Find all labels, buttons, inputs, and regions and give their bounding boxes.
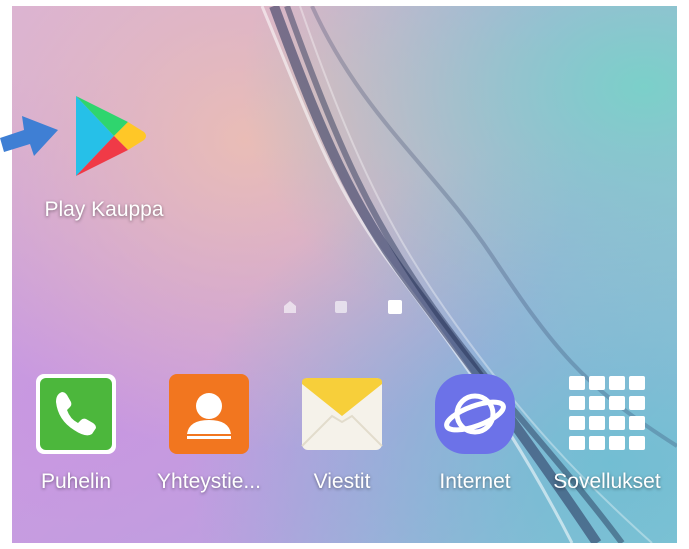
dock-label-phone: Puhelin xyxy=(40,470,112,493)
dock-app-internet[interactable]: Internet xyxy=(415,372,535,494)
dock-label-messages: Viestit xyxy=(313,470,371,493)
dock-app-contacts[interactable]: Yhteystie... xyxy=(149,372,269,494)
phone-icon xyxy=(36,374,116,454)
contacts-icon xyxy=(169,374,249,454)
google-play-icon xyxy=(76,96,146,176)
dock-app-phone[interactable]: Puhelin xyxy=(16,372,136,494)
home-screen: Play Kauppa Puhelin Yhteystie... Viestit… xyxy=(12,6,677,543)
pointer-arrow-icon xyxy=(0,116,58,156)
home-page-dot-icon[interactable] xyxy=(282,299,298,315)
internet-browser-icon xyxy=(435,374,515,454)
dock-label-internet: Internet xyxy=(439,470,511,493)
dock-app-apps[interactable]: Sovellukset xyxy=(547,372,667,494)
page-dot-current[interactable] xyxy=(387,299,403,315)
page-dot-2[interactable] xyxy=(334,300,348,314)
play-store-label: Play Kauppa xyxy=(44,198,164,221)
dock-label-apps: Sovellukset xyxy=(553,470,661,493)
dock-label-contacts: Yhteystie... xyxy=(157,470,261,493)
apps-grid-icon xyxy=(569,376,645,450)
dock-app-messages[interactable]: Viestit xyxy=(282,372,402,494)
messages-icon xyxy=(301,378,383,450)
